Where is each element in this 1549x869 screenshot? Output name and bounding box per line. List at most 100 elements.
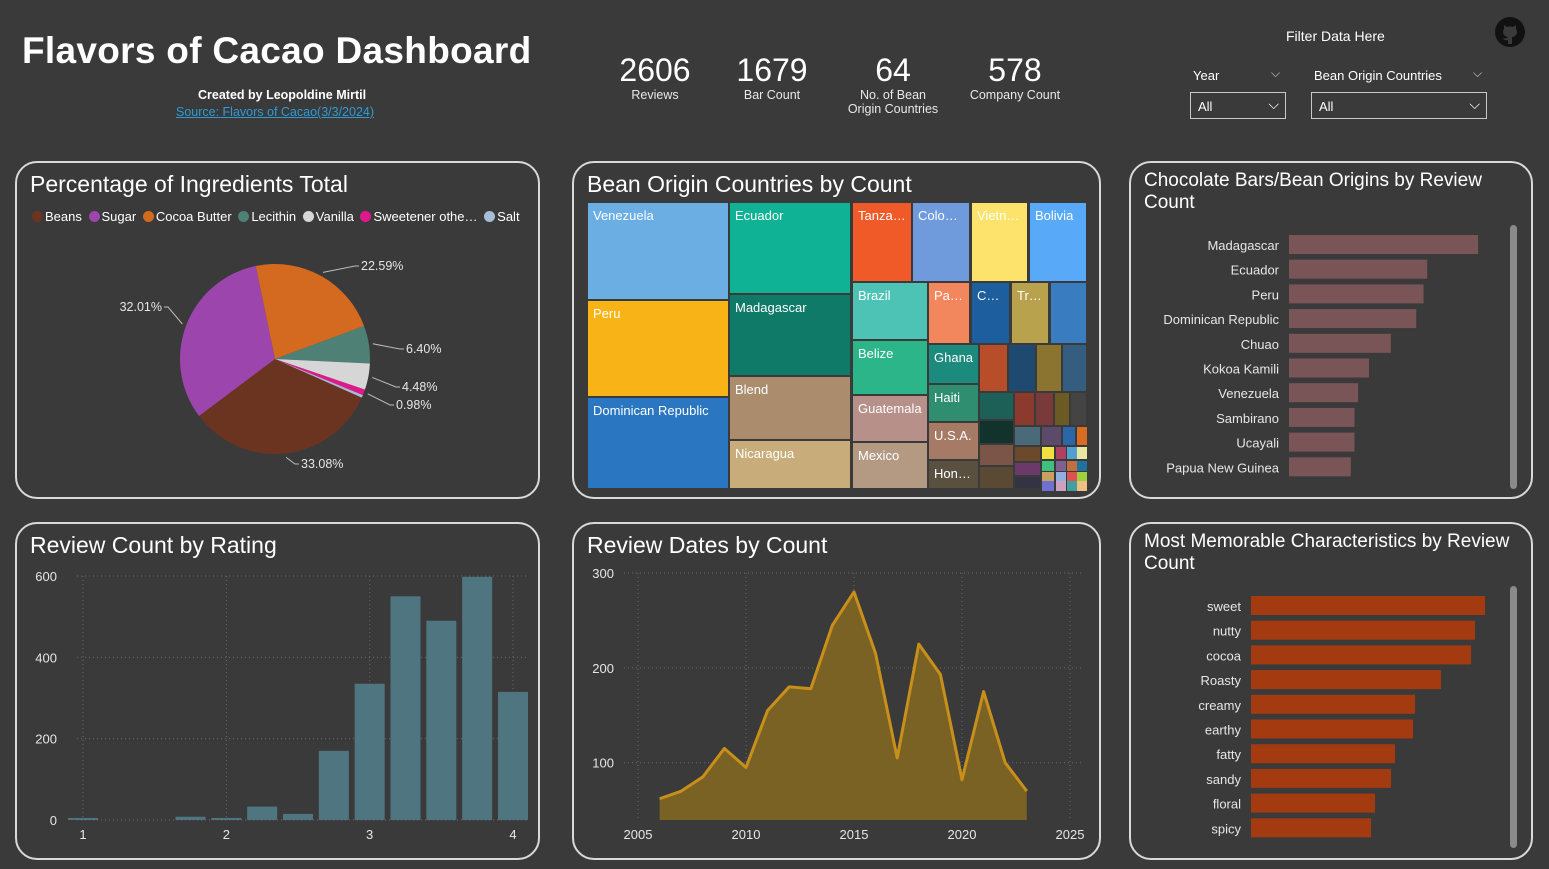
- treemap-tile[interactable]: [1055, 393, 1069, 425]
- bar-creamy[interactable]: [1251, 694, 1415, 714]
- treemap-tile[interactable]: [1077, 481, 1087, 491]
- bar-chuao[interactable]: [1289, 333, 1391, 353]
- bar-cocoa[interactable]: [1251, 645, 1471, 665]
- rating-bar[interactable]: [211, 817, 242, 820]
- treemap-tile-blend[interactable]: Blend: [730, 377, 850, 439]
- bar-ucayali[interactable]: [1289, 432, 1355, 452]
- treemap-tile[interactable]: [1037, 345, 1061, 391]
- scrollbar[interactable]: [1510, 586, 1517, 848]
- characteristics-bar-chart[interactable]: sweet nutty cocoa Roasty creamy earthy fatty sa…: [1131, 524, 1533, 860]
- treemap-tile-haiti[interactable]: Haiti: [929, 385, 978, 421]
- chevron-down-icon[interactable]: ⌵: [1271, 66, 1280, 81]
- github-icon[interactable]: [1494, 16, 1526, 53]
- pie-chart[interactable]: 33.08% 32.01% 22.59% 6.40% 4.48% 0.98%: [17, 163, 540, 499]
- treemap-tile[interactable]: [1067, 481, 1077, 491]
- rating-bar[interactable]: [354, 683, 385, 820]
- treemap-tile-ghana[interactable]: Ghana: [929, 345, 978, 383]
- bar-nutty[interactable]: [1251, 620, 1475, 640]
- treemap-tile-madagascar[interactable]: Madagascar: [730, 295, 850, 375]
- treemap-tile-brazil[interactable]: Brazil: [853, 283, 927, 339]
- treemap-tile[interactable]: [980, 467, 1013, 488]
- treemap-tile[interactable]: [1042, 427, 1061, 445]
- treemap-tile[interactable]: [1015, 477, 1040, 488]
- bar-venezuela[interactable]: [1289, 383, 1359, 403]
- treemap-tile[interactable]: [1036, 393, 1053, 425]
- treemap-tile[interactable]: [1015, 447, 1040, 461]
- treemap-tile-vietn[interactable]: Vietn…: [972, 203, 1027, 281]
- bar-sweet[interactable]: [1251, 596, 1485, 615]
- treemap-tile[interactable]: [1063, 345, 1086, 391]
- treemap-tile[interactable]: [1042, 447, 1054, 459]
- rating-bar[interactable]: [175, 816, 206, 820]
- treemap-tile-nicaragua[interactable]: Nicaragua: [730, 441, 850, 488]
- treemap-tile-u-s-a[interactable]: U.S.A.: [929, 423, 978, 459]
- treemap-tile-peru[interactable]: Peru: [588, 301, 728, 396]
- bar-dominican-republic[interactable]: [1289, 309, 1417, 329]
- bar-madagascar[interactable]: [1289, 235, 1479, 254]
- treemap-tile[interactable]: [1067, 461, 1077, 471]
- bar-floral[interactable]: [1251, 793, 1375, 813]
- treemap-tile[interactable]: [1067, 447, 1077, 459]
- treemap-tile[interactable]: [1056, 481, 1066, 491]
- rating-bar[interactable]: [68, 817, 98, 820]
- bar-kokoa-kamili[interactable]: [1289, 358, 1369, 378]
- bar-papua-new-guinea[interactable]: [1289, 457, 1351, 477]
- treemap-tile[interactable]: [1015, 393, 1034, 425]
- bar-sambirano[interactable]: [1289, 407, 1355, 427]
- treemap-tile-belize[interactable]: Belize: [853, 341, 927, 394]
- treemap-tile-tanza[interactable]: Tanza…: [853, 203, 911, 281]
- rating-bar-chart[interactable]: 0 200 400 600 1 2 3 4: [17, 524, 540, 860]
- rating-bar[interactable]: [426, 620, 457, 820]
- treemap-tile-bolivia[interactable]: Bolivia: [1030, 203, 1086, 281]
- year-dropdown[interactable]: All ⌵: [1190, 92, 1286, 119]
- rating-bar[interactable]: [498, 772, 528, 820]
- country-dropdown[interactable]: All ⌵: [1311, 92, 1487, 119]
- treemap-tile-c[interactable]: C…: [972, 283, 1009, 343]
- bar-earthy[interactable]: [1251, 719, 1413, 739]
- treemap-tile[interactable]: [1042, 481, 1054, 491]
- treemap-tile[interactable]: [1009, 345, 1035, 391]
- bar-ecuador[interactable]: [1289, 259, 1428, 279]
- rating-bar[interactable]: [283, 813, 313, 820]
- rating-bar[interactable]: [462, 576, 493, 820]
- treemap-tile[interactable]: [980, 445, 1013, 465]
- treemap-tile[interactable]: [1056, 461, 1066, 471]
- treemap-tile[interactable]: [1077, 427, 1087, 445]
- treemap-tile-ecuador[interactable]: Ecuador: [730, 203, 850, 293]
- treemap-tile[interactable]: [980, 345, 1007, 391]
- origin-bar-chart[interactable]: MadagascarEcuadorPeruDominican RepublicC…: [1131, 163, 1533, 499]
- treemap-tile-tr[interactable]: Tr…: [1012, 283, 1048, 343]
- treemap-tile-guatemala[interactable]: Guatemala: [853, 396, 927, 441]
- treemap-tile[interactable]: [980, 421, 1013, 443]
- treemap-tile[interactable]: [1042, 461, 1054, 471]
- treemap-tile[interactable]: [1071, 393, 1086, 425]
- treemap-tile[interactable]: [1077, 447, 1087, 459]
- treemap-tile-pa[interactable]: Pa…: [929, 283, 969, 343]
- bar-fatty[interactable]: [1251, 744, 1395, 764]
- source-link[interactable]: Source: Flavors of Cacao(3/3/2024): [176, 105, 374, 119]
- treemap-tile-hon[interactable]: Hon…: [929, 461, 978, 488]
- treemap-tile-mexico[interactable]: Mexico: [853, 443, 927, 488]
- origins-treemap[interactable]: Venezuela Peru Dominican Republic Ecuador Ma…: [588, 203, 1088, 491]
- bar-roasty[interactable]: [1251, 670, 1441, 690]
- bar-spicy[interactable]: [1251, 818, 1371, 838]
- treemap-tile[interactable]: [980, 393, 1013, 419]
- chevron-down-icon[interactable]: ⌵: [1473, 66, 1482, 81]
- scrollbar[interactable]: [1510, 225, 1517, 489]
- treemap-tile[interactable]: [1015, 427, 1040, 445]
- treemap-tile[interactable]: [1056, 447, 1066, 459]
- treemap-tile[interactable]: [1015, 463, 1040, 475]
- rating-bar[interactable]: [247, 806, 278, 820]
- rating-bar[interactable]: [390, 596, 421, 820]
- rating-bar[interactable]: [318, 750, 349, 820]
- treemap-tile-venezuela[interactable]: Venezuela: [588, 203, 728, 299]
- treemap-tile-colo[interactable]: Colo…: [913, 203, 969, 281]
- dates-area-chart[interactable]: 100 200 300 2005 2010 2015 2020 2025: [574, 524, 1101, 860]
- bar-sandy[interactable]: [1251, 768, 1391, 788]
- treemap-tile-dominican-republic[interactable]: Dominican Republic: [588, 398, 728, 488]
- treemap-tile[interactable]: [1077, 461, 1087, 471]
- bar-category-label: fatty: [1216, 747, 1241, 762]
- bar-peru[interactable]: [1289, 284, 1424, 304]
- treemap-tile[interactable]: [1051, 283, 1086, 343]
- treemap-tile[interactable]: [1063, 427, 1075, 445]
